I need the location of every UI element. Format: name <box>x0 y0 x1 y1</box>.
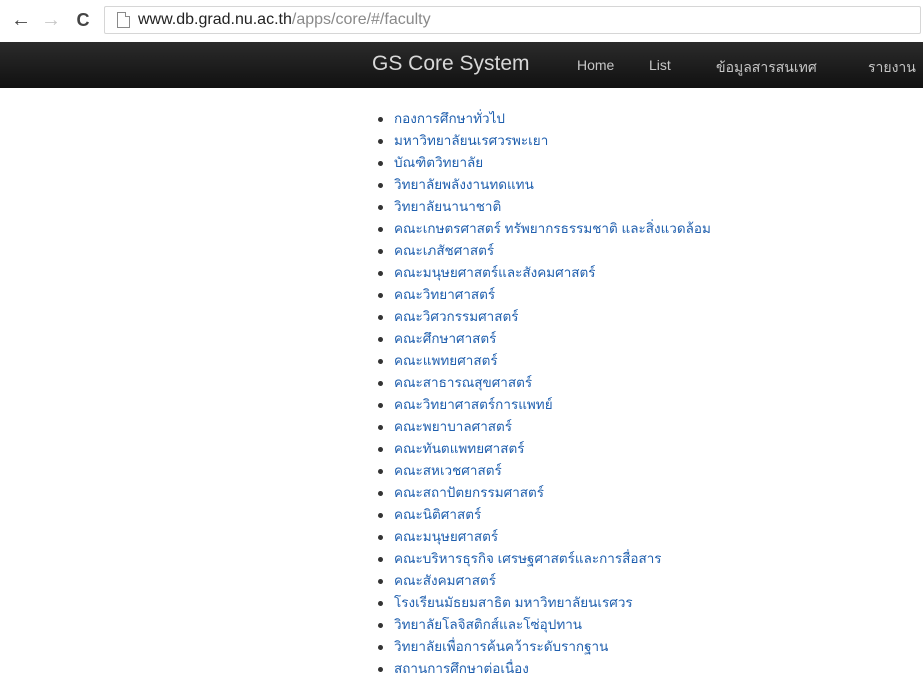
page-icon <box>117 12 130 28</box>
bullet-icon <box>378 314 383 320</box>
faculty-link[interactable]: คณะสังคมศาสตร์ <box>394 570 496 592</box>
brand-link[interactable]: GS Core System <box>372 52 530 76</box>
bullet-icon <box>378 402 383 408</box>
faculty-link[interactable]: คณะเภสัชศาสตร์ <box>394 240 494 262</box>
faculty-link[interactable]: สถานการศึกษาต่อเนื่อง <box>394 658 529 680</box>
faculty-link[interactable]: มหาวิทยาลัยนเรศวรพะเยา <box>394 130 548 152</box>
list-item: วิทยาลัยพลังงานทดแทน <box>378 174 711 196</box>
faculty-link[interactable]: คณะพยาบาลศาสตร์ <box>394 416 512 438</box>
faculty-link[interactable]: คณะวิทยาศาสตร์ <box>394 284 495 306</box>
reload-icon[interactable]: C <box>72 8 94 32</box>
bullet-icon <box>378 116 383 122</box>
list-item: สถานการศึกษาต่อเนื่อง <box>378 658 711 680</box>
faculty-link[interactable]: คณะสถาปัตยกรรมศาสตร์ <box>394 482 544 504</box>
list-item: วิทยาลัยโลจิสติกส์และโซ่อุปทาน <box>378 614 711 636</box>
bullet-icon <box>378 336 383 342</box>
nav-list-link[interactable]: List <box>649 57 671 73</box>
bullet-icon <box>378 600 383 606</box>
app-navbar: GS Core System Home List ข้อมูลสารสนเทศ … <box>0 42 923 88</box>
faculty-link[interactable]: วิทยาลัยโลจิสติกส์และโซ่อุปทาน <box>394 614 582 636</box>
list-item: คณะแพทยศาสตร์ <box>378 350 711 372</box>
address-bar[interactable]: www.db.grad.nu.ac.th/apps/core/#/faculty <box>104 6 921 34</box>
list-item: มหาวิทยาลัยนเรศวรพะเยา <box>378 130 711 152</box>
faculty-link[interactable]: คณะเกษตรศาสตร์ ทรัพยากรธรรมชาติ และสิ่งแ… <box>394 218 711 240</box>
list-item: คณะศึกษาศาสตร์ <box>378 328 711 350</box>
list-item: กองการศึกษาทั่วไป <box>378 108 711 130</box>
faculty-link[interactable]: คณะวิศวกรรมศาสตร์ <box>394 306 519 328</box>
list-item: โรงเรียนมัธยมสาธิต มหาวิทยาลัยนเรศวร <box>378 592 711 614</box>
bullet-icon <box>378 556 383 562</box>
faculty-link[interactable]: คณะศึกษาศาสตร์ <box>394 328 496 350</box>
list-item: วิทยาลัยนานาชาติ <box>378 196 711 218</box>
bullet-icon <box>378 358 383 364</box>
list-item: คณะเภสัชศาสตร์ <box>378 240 711 262</box>
bullet-icon <box>378 226 383 232</box>
list-item: คณะพยาบาลศาสตร์ <box>378 416 711 438</box>
list-item: วิทยาลัยเพื่อการค้นคว้าระดับรากฐาน <box>378 636 711 658</box>
list-item: คณะบริหารธุรกิจ เศรษฐศาสตร์และการสื่อสาร <box>378 548 711 570</box>
faculty-link[interactable]: คณะนิติศาสตร์ <box>394 504 481 526</box>
bullet-icon <box>378 666 383 672</box>
nav-information-link[interactable]: ข้อมูลสารสนเทศ <box>716 57 817 79</box>
bullet-icon <box>378 468 383 474</box>
faculty-link[interactable]: คณะบริหารธุรกิจ เศรษฐศาสตร์และการสื่อสาร <box>394 548 662 570</box>
bullet-icon <box>378 534 383 540</box>
bullet-icon <box>378 380 383 386</box>
faculty-link[interactable]: คณะสาธารณสุขศาสตร์ <box>394 372 532 394</box>
bullet-icon <box>378 578 383 584</box>
bullet-icon <box>378 622 383 628</box>
bullet-icon <box>378 204 383 210</box>
faculty-link[interactable]: วิทยาลัยพลังงานทดแทน <box>394 174 534 196</box>
browser-toolbar: ← → C www.db.grad.nu.ac.th/apps/core/#/f… <box>0 0 923 43</box>
bullet-icon <box>378 424 383 430</box>
faculty-link[interactable]: กองการศึกษาทั่วไป <box>394 108 505 130</box>
list-item: คณะวิทยาศาสตร์การแพทย์ <box>378 394 711 416</box>
list-item: คณะเกษตรศาสตร์ ทรัพยากรธรรมชาติ และสิ่งแ… <box>378 218 711 240</box>
bullet-icon <box>378 160 383 166</box>
list-item: คณะมนุษยศาสตร์และสังคมศาสตร์ <box>378 262 711 284</box>
faculty-link[interactable]: คณะมนุษยศาสตร์ <box>394 526 498 548</box>
list-item: คณะวิศวกรรมศาสตร์ <box>378 306 711 328</box>
list-item: บัณฑิตวิทยาลัย <box>378 152 711 174</box>
faculty-link[interactable]: โรงเรียนมัธยมสาธิต มหาวิทยาลัยนเรศวร <box>394 592 633 614</box>
nav-report-link[interactable]: รายงาน <box>868 57 916 79</box>
faculty-link[interactable]: วิทยาลัยเพื่อการค้นคว้าระดับรากฐาน <box>394 636 608 658</box>
list-item: คณะสถาปัตยกรรมศาสตร์ <box>378 482 711 504</box>
faculty-link[interactable]: คณะสหเวชศาสตร์ <box>394 460 502 482</box>
list-item: คณะสหเวชศาสตร์ <box>378 460 711 482</box>
list-item: คณะทันตแพทยศาสตร์ <box>378 438 711 460</box>
back-arrow-icon[interactable]: ← <box>10 8 32 32</box>
list-item: คณะมนุษยศาสตร์ <box>378 526 711 548</box>
url-path: /apps/core/#/faculty <box>291 11 431 28</box>
forward-arrow-icon[interactable]: → <box>40 8 62 32</box>
bullet-icon <box>378 644 383 650</box>
bullet-icon <box>378 490 383 496</box>
faculty-link[interactable]: คณะแพทยศาสตร์ <box>394 350 498 372</box>
nav-home-link[interactable]: Home <box>577 57 614 73</box>
bullet-icon <box>378 446 383 452</box>
list-item: คณะนิติศาสตร์ <box>378 504 711 526</box>
list-item: คณะวิทยาศาสตร์ <box>378 284 711 306</box>
faculty-link[interactable]: คณะวิทยาศาสตร์การแพทย์ <box>394 394 553 416</box>
faculty-link[interactable]: คณะมนุษยศาสตร์และสังคมศาสตร์ <box>394 262 596 284</box>
list-item: คณะสังคมศาสตร์ <box>378 570 711 592</box>
list-item: คณะสาธารณสุขศาสตร์ <box>378 372 711 394</box>
faculty-link[interactable]: คณะทันตแพทยศาสตร์ <box>394 438 525 460</box>
bullet-icon <box>378 248 383 254</box>
faculty-list: กองการศึกษาทั่วไป มหาวิทยาลัยนเรศวรพะเยา… <box>378 108 711 680</box>
url-host: www.db.grad.nu.ac.th <box>138 11 292 28</box>
bullet-icon <box>378 270 383 276</box>
bullet-icon <box>378 182 383 188</box>
bullet-icon <box>378 138 383 144</box>
bullet-icon <box>378 292 383 298</box>
bullet-icon <box>378 512 383 518</box>
faculty-link[interactable]: วิทยาลัยนานาชาติ <box>394 196 501 218</box>
faculty-link[interactable]: บัณฑิตวิทยาลัย <box>394 152 483 174</box>
